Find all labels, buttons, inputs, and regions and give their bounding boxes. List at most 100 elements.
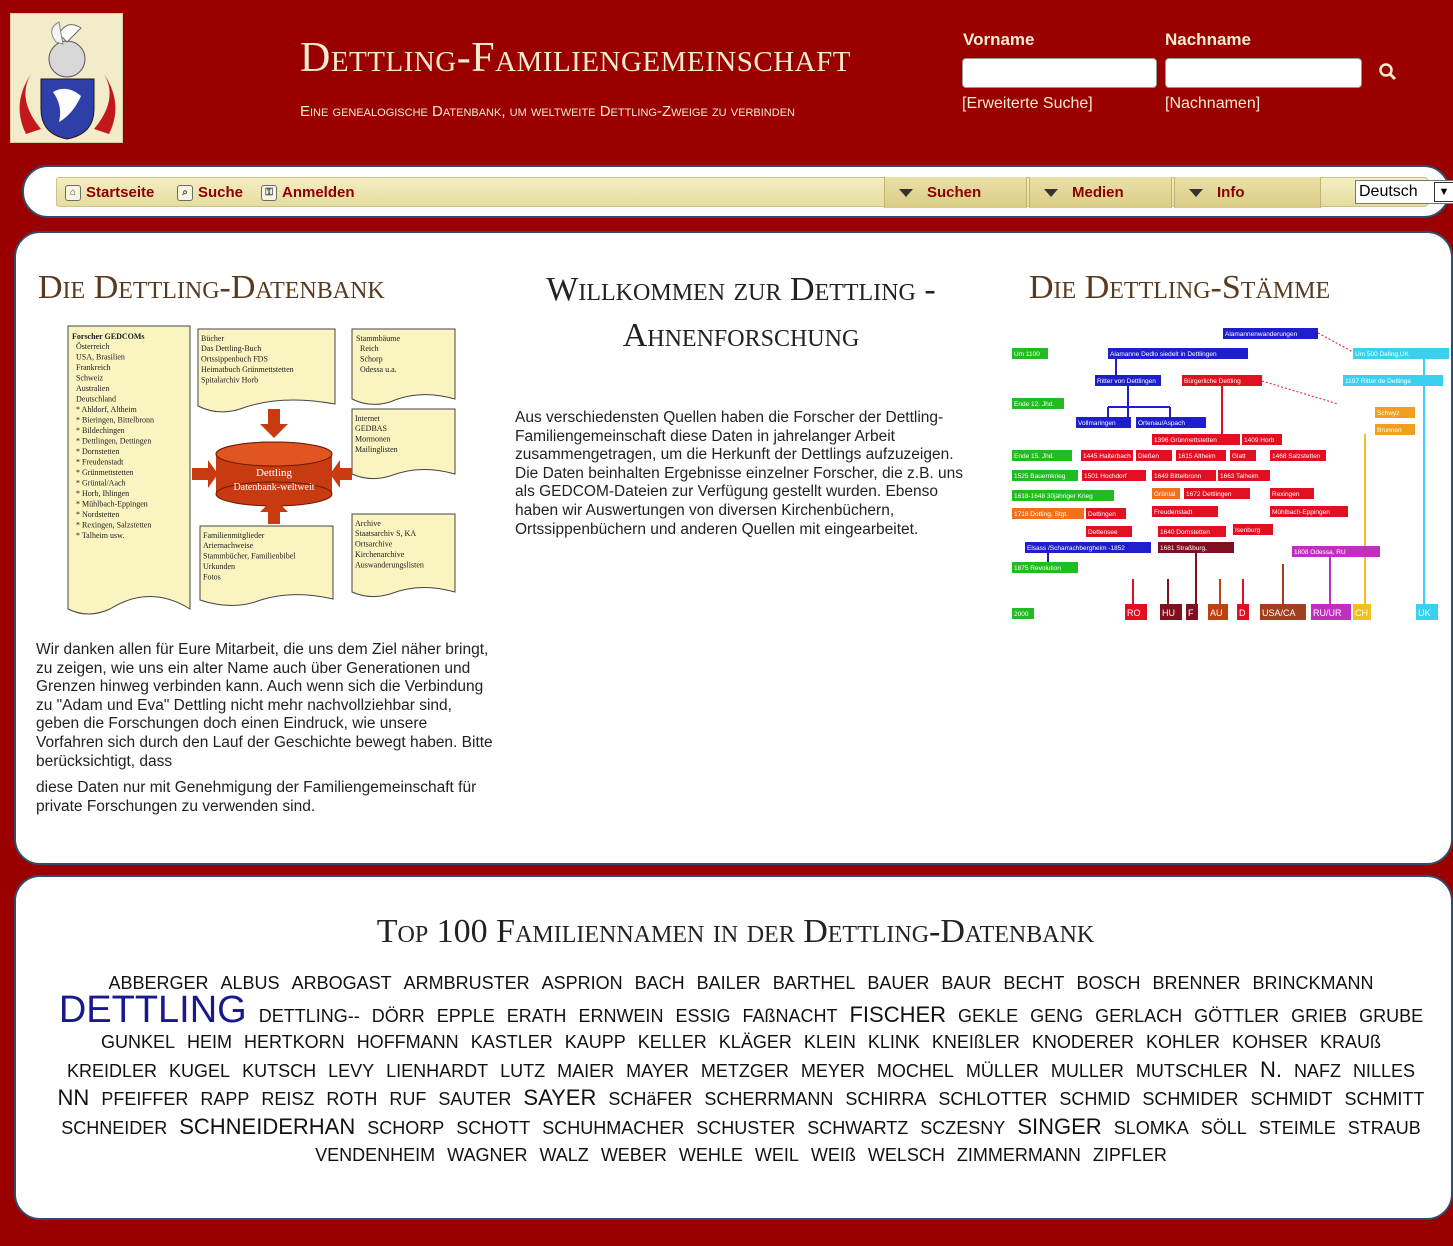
surname-link[interactable]: KLINK xyxy=(868,1030,920,1056)
surname-link[interactable]: WEHLE xyxy=(679,1143,743,1169)
surname-link[interactable]: WEIL xyxy=(755,1143,799,1169)
surname-link[interactable]: DETTLING xyxy=(59,991,247,1028)
surname-link[interactable]: BRINCKMANN xyxy=(1252,971,1373,997)
language-select[interactable]: Deutsch ▼ xyxy=(1355,180,1453,204)
surname-link[interactable]: KUTSCH xyxy=(242,1059,316,1085)
coat-of-arms-logo[interactable] xyxy=(10,13,123,143)
surname-link[interactable]: ARBOGAST xyxy=(292,971,392,997)
surname-link[interactable]: LUTZ xyxy=(500,1059,545,1085)
surname-link[interactable]: WAGNER xyxy=(447,1143,527,1169)
surname-link[interactable]: GÖTTLER xyxy=(1194,1004,1279,1030)
surname-link[interactable]: ARMBRUSTER xyxy=(404,971,530,997)
surname-link[interactable]: NN xyxy=(58,1085,90,1111)
surname-link[interactable]: STRAUB xyxy=(1348,1116,1421,1142)
surname-link[interactable]: KRAUß xyxy=(1320,1030,1381,1056)
surname-link[interactable]: MÜLLER xyxy=(966,1059,1039,1085)
nav-search[interactable]: ⌕ Suche xyxy=(177,184,243,201)
surname-link[interactable]: SCHNEIDERHAN xyxy=(179,1114,355,1140)
surname-link[interactable]: MULLER xyxy=(1051,1059,1124,1085)
surname-link[interactable]: SCHäFER xyxy=(608,1087,692,1113)
surname-link[interactable]: SÖLL xyxy=(1201,1116,1247,1142)
surname-link[interactable]: GRUBE xyxy=(1359,1004,1423,1030)
surname-link[interactable]: ROTH xyxy=(326,1087,377,1113)
surname-link[interactable]: MEYER xyxy=(801,1059,865,1085)
surname-link[interactable]: BACH xyxy=(635,971,685,997)
surname-link[interactable]: SCHMITT xyxy=(1344,1087,1424,1113)
menu-medien[interactable]: Medien xyxy=(1029,177,1172,208)
menu-suchen[interactable]: Suchen xyxy=(884,177,1027,208)
surname-link[interactable]: EPPLE xyxy=(437,1004,495,1030)
surname-link[interactable]: DÖRR xyxy=(372,1004,425,1030)
surname-link[interactable]: BECHT xyxy=(1003,971,1064,997)
search-go-icon[interactable] xyxy=(1378,62,1398,82)
surname-link[interactable]: FISCHER xyxy=(849,1002,946,1028)
surname-link[interactable]: MUTSCHLER xyxy=(1136,1059,1248,1085)
surname-link[interactable]: KOHLER xyxy=(1146,1030,1220,1056)
surname-link[interactable]: SCHUSTER xyxy=(696,1116,795,1142)
surname-link[interactable]: KLÄGER xyxy=(719,1030,792,1056)
advanced-search-link[interactable]: [Erweiterte Suche] xyxy=(962,95,1093,113)
surname-link[interactable]: WEBER xyxy=(601,1143,667,1169)
surname-link[interactable]: ESSIG xyxy=(675,1004,730,1030)
surname-link[interactable]: GRIEB xyxy=(1291,1004,1347,1030)
surname-link[interactable]: SCHMIDT xyxy=(1250,1087,1332,1113)
surname-link[interactable]: STEIMLE xyxy=(1259,1116,1336,1142)
surname-link[interactable]: KREIDLER xyxy=(67,1059,157,1085)
surname-link[interactable]: ZIMMERMANN xyxy=(957,1143,1081,1169)
surname-link[interactable]: BRENNER xyxy=(1152,971,1240,997)
surname-link[interactable]: NAFZ xyxy=(1294,1059,1341,1085)
surname-link[interactable]: WALZ xyxy=(539,1143,588,1169)
surname-link[interactable]: SAYER xyxy=(523,1085,596,1111)
surname-link[interactable]: LEVY xyxy=(328,1059,374,1085)
surname-link[interactable]: HEIM xyxy=(187,1030,232,1056)
surname-link[interactable]: SCHWARTZ xyxy=(807,1116,908,1142)
surname-link[interactable]: RUF xyxy=(389,1087,426,1113)
last-name-input[interactable] xyxy=(1165,58,1362,88)
surname-link[interactable]: SCHNEIDER xyxy=(61,1116,167,1142)
surname-link[interactable]: KOHSER xyxy=(1232,1030,1308,1056)
surname-link[interactable]: SCHOTT xyxy=(456,1116,530,1142)
surname-link[interactable]: GEKLE xyxy=(958,1004,1018,1030)
surname-link[interactable]: BAILER xyxy=(697,971,761,997)
surname-link[interactable]: SCHMIDER xyxy=(1142,1087,1238,1113)
surname-link[interactable]: WEIß xyxy=(811,1143,856,1169)
surname-link[interactable]: KNEIßLER xyxy=(932,1030,1020,1056)
surname-link[interactable]: SCHLOTTER xyxy=(938,1087,1047,1113)
surname-link[interactable]: PFEIFFER xyxy=(101,1087,188,1113)
surname-link[interactable]: SCHERRMANN xyxy=(704,1087,833,1113)
surname-link[interactable]: MAYER xyxy=(626,1059,689,1085)
surname-link[interactable]: SINGER xyxy=(1017,1114,1101,1140)
surname-link[interactable]: BAUR xyxy=(941,971,991,997)
surname-link[interactable]: GUNKEL xyxy=(101,1030,175,1056)
surname-link[interactable]: LIENHARDT xyxy=(386,1059,488,1085)
surname-link[interactable]: KASTLER xyxy=(471,1030,553,1056)
surname-link[interactable]: KUGEL xyxy=(169,1059,230,1085)
surname-link[interactable]: REISZ xyxy=(261,1087,314,1113)
surname-link[interactable]: BARTHEL xyxy=(773,971,856,997)
menu-info[interactable]: Info xyxy=(1174,177,1321,208)
surname-link[interactable]: SCHIRRA xyxy=(845,1087,926,1113)
surname-link[interactable]: SCHORP xyxy=(367,1116,444,1142)
surname-link[interactable]: BOSCH xyxy=(1076,971,1140,997)
surname-link[interactable]: RAPP xyxy=(200,1087,249,1113)
surname-link[interactable]: WELSCH xyxy=(868,1143,945,1169)
surname-link[interactable]: HOFFMANN xyxy=(357,1030,459,1056)
surname-link[interactable]: KAUPP xyxy=(565,1030,626,1056)
dettling-lineage-diagram[interactable]: Alamannenwanderungen Alamanne Dedlo siede… xyxy=(1008,324,1451,624)
surname-link[interactable]: METZGER xyxy=(701,1059,789,1085)
surname-link[interactable]: BAUER xyxy=(867,971,929,997)
surnames-link[interactable]: [Nachnamen] xyxy=(1165,95,1260,113)
surname-link[interactable]: N. xyxy=(1260,1057,1282,1083)
database-sources-diagram[interactable]: Forscher GEDCOMs Österreich USA, Brasilie… xyxy=(50,324,474,624)
surname-link[interactable]: KNODERER xyxy=(1032,1030,1134,1056)
surname-link[interactable]: SCHMID xyxy=(1059,1087,1130,1113)
first-name-input[interactable] xyxy=(962,58,1157,88)
surname-link[interactable]: MOCHEL xyxy=(877,1059,954,1085)
surname-link[interactable]: HERTKORN xyxy=(244,1030,345,1056)
surname-link[interactable]: ERATH xyxy=(507,1004,567,1030)
surname-link[interactable]: SCZESNY xyxy=(920,1116,1005,1142)
surname-link[interactable]: ASPRION xyxy=(542,971,623,997)
nav-home[interactable]: ⌂ Startseite xyxy=(65,184,154,201)
surname-link[interactable]: FAßNACHT xyxy=(742,1004,837,1030)
surname-link[interactable]: VENDENHEIM xyxy=(315,1143,435,1169)
